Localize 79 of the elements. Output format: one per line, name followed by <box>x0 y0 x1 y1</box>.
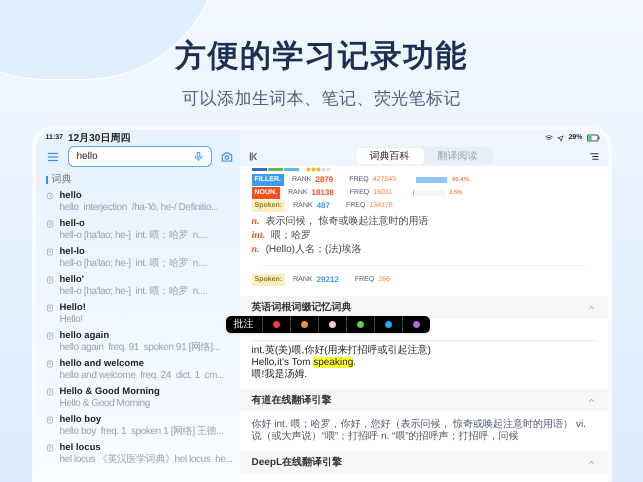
word-title: hel-lo <box>60 246 86 258</box>
document-icon <box>46 360 54 368</box>
word-title: Hello! <box>60 302 86 314</box>
microphone-icon <box>192 151 204 162</box>
word-list-item[interactable]: hello hello interjection /ha-'lō, he-/ Definitio... <box>42 188 234 216</box>
highlight-color-swatch[interactable] <box>356 321 364 328</box>
word-list-item[interactable]: hell-o hell-o [ha'lao; he-] int. 喂；哈罗 n.... <box>42 216 234 244</box>
section-header[interactable]: 英语词根词缀记忆词典 <box>240 296 608 318</box>
clock-icon <box>46 192 54 200</box>
status-date: 12月30日周四 <box>68 132 130 146</box>
highlight-color-swatch[interactable] <box>272 321 280 328</box>
word-summary: hel locus 《英汉医学词典》hel locus he... <box>60 454 233 466</box>
word-list-item[interactable]: hello' hell-o [ha'lao; he-] int. 喂；哈罗 n.... <box>42 272 234 300</box>
color-bars-drawing <box>252 168 300 171</box>
rank-value: 18138 <box>312 187 334 199</box>
definition-text: 喂；哈罗 <box>271 229 312 243</box>
example-sentence: Hello,it's Tom speaking. <box>252 357 358 368</box>
word-title: Hello & Good Morning <box>60 386 160 398</box>
example-sentence: 喂!我是汤姆. <box>252 369 308 381</box>
section-marker <box>46 176 48 184</box>
wifi-icon <box>545 134 554 142</box>
document-icon <box>46 332 54 340</box>
document-icon <box>46 276 54 284</box>
highlight-color-swatch[interactable] <box>328 321 336 328</box>
list-icon <box>588 150 600 162</box>
word-list-item[interactable]: hel locus hel locus 《英汉医学词典》hel locus he... <box>42 440 234 468</box>
word-title: hello again <box>60 330 110 342</box>
tab[interactable]: 词典百科 <box>356 148 424 164</box>
section-header[interactable]: 有道在线翻译引擎 <box>240 389 608 411</box>
definition-text: 表示问候， 惊奇或唤起注意时的用语 <box>266 215 428 229</box>
definition-text: (Hello)人名；(法)埃洛 <box>266 243 362 257</box>
section-title: 有道在线翻译引擎 <box>252 394 332 408</box>
part-of-speech: n. <box>252 215 260 229</box>
word-summary: hell-o [ha'lao; he-] int. 喂；哈罗 n.... <box>60 286 208 298</box>
highlight-color-swatch[interactable] <box>300 321 308 328</box>
rank-value: 29212 <box>316 274 339 286</box>
word-title: hel locus <box>60 442 102 454</box>
word-title: hello and welcome <box>60 358 145 370</box>
section-header[interactable]: DeepL在线翻译引擎 <box>240 451 608 473</box>
sidebar-section-title: 词典 <box>52 172 72 187</box>
search-field[interactable]: hello <box>68 146 212 167</box>
rank-value: 2879 <box>315 174 334 186</box>
word-summary: hello and welcome freq. 24 dict. 1 cm... <box>60 370 224 382</box>
word-title: hello boy <box>60 414 102 426</box>
word-title: hell-o <box>60 218 86 230</box>
highlight-color-swatch[interactable] <box>384 321 392 328</box>
part-of-speech: int. <box>252 229 266 243</box>
word-summary: Hello! <box>60 314 84 326</box>
example-sentence: int.英(美)喂,你好(用来打招呼或引起注意) <box>252 345 432 357</box>
sidebar-collapse-icon <box>248 150 258 162</box>
rank-value: 487 <box>316 200 330 212</box>
word-summary: hello interjection /ha-'lō, he-/ Definitio... <box>60 202 218 214</box>
document-icon <box>46 444 54 452</box>
battery-charging-icon <box>586 134 600 142</box>
word-summary: hell-o [ha'lao; he-] int. 喂；哈罗 n.... <box>60 230 208 242</box>
translation-text: 你好 int. 喂；哈罗，你好，您好（表示问候， 惊奇或唤起注意时的用语） vi. 说（或大声说）“喂”；打招呼 n. “喂”的招呼声；打招呼，问候 <box>252 419 587 443</box>
camera-icon <box>220 150 234 164</box>
word-summary: hell-o [ha'lao; he-] int. 喂；哈罗 n.... <box>60 258 208 270</box>
word-title: hello' <box>60 274 85 286</box>
document-icon <box>46 220 54 228</box>
word-title: hello <box>60 190 83 202</box>
word-list-item[interactable]: Hello & Good Morning Hello & Good Morning <box>42 384 234 412</box>
section-title: DeepL在线翻译引擎 <box>252 456 342 470</box>
location-arrow-icon <box>557 134 564 142</box>
word-summary: hello boy freq. 1 spoken 1 [网络] 王德... <box>60 426 224 438</box>
subtitle: 可以添加生词本、笔记、荧光笔标记 <box>182 88 461 110</box>
section-title: 英语词根词缀记忆词典 <box>252 300 352 314</box>
word-list-item[interactable]: hello and welcome hello and welcome freq. 24 dict. 1 cm... <box>42 356 234 384</box>
highlight-color-swatch[interactable] <box>412 321 420 328</box>
word-list-item[interactable]: hello boy hello boy freq. 1 spoken 1 [网络] 王德... <box>42 412 234 440</box>
part-of-speech: n. <box>252 243 260 257</box>
word-list-item[interactable]: hel-lo hell-o [ha'lao; he-] int. 喂；哈罗 n.... <box>42 244 234 272</box>
word-summary: hello again freq. 91 spoken 91 [网络]... <box>60 342 220 354</box>
document-icon <box>46 416 54 424</box>
document-icon <box>46 388 54 396</box>
headline: 方便的学习记录功能 <box>175 37 468 75</box>
document-icon <box>46 304 54 312</box>
word-summary: Hello & Good Morning <box>60 398 151 410</box>
document-icon <box>46 248 54 256</box>
